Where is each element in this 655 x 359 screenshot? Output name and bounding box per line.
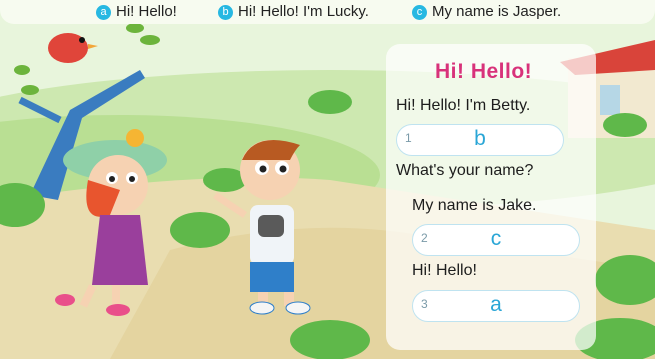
option-c[interactable]: c My name is Jasper.	[412, 3, 561, 20]
answer-options-bar: a Hi! Hello! b Hi! Hello! I'm Lucky. c My n…	[0, 0, 655, 24]
dialogue-line-3: My name is Jake.	[412, 197, 537, 214]
option-a-text: Hi! Hello!	[116, 3, 177, 20]
option-b-badge: b	[218, 5, 233, 20]
option-b[interactable]: b Hi! Hello! I'm Lucky.	[218, 3, 369, 20]
dialogue-line-4: Hi! Hello!	[412, 262, 477, 279]
dialogue-line-1: Hi! Hello! I'm Betty.	[396, 97, 531, 114]
dialogue-title: Hi! Hello!	[435, 60, 533, 83]
answer-value-1: b	[474, 127, 486, 150]
option-c-text: My name is Jasper.	[432, 3, 562, 20]
option-a[interactable]: a Hi! Hello!	[96, 3, 177, 20]
option-b-text: Hi! Hello! I'm Lucky.	[238, 3, 369, 20]
answer-value-3: a	[490, 293, 502, 316]
answer-box-2[interactable]: 2 c	[412, 224, 580, 256]
option-a-badge: a	[96, 5, 111, 20]
puppy	[258, 215, 284, 237]
answer-box-3[interactable]: 3 a	[412, 290, 580, 322]
dialogue-line-2: What's your name?	[396, 162, 534, 179]
option-c-badge: c	[412, 5, 427, 20]
answer-value-2: c	[490, 227, 502, 250]
answer-box-1[interactable]: 1 b	[396, 124, 564, 156]
